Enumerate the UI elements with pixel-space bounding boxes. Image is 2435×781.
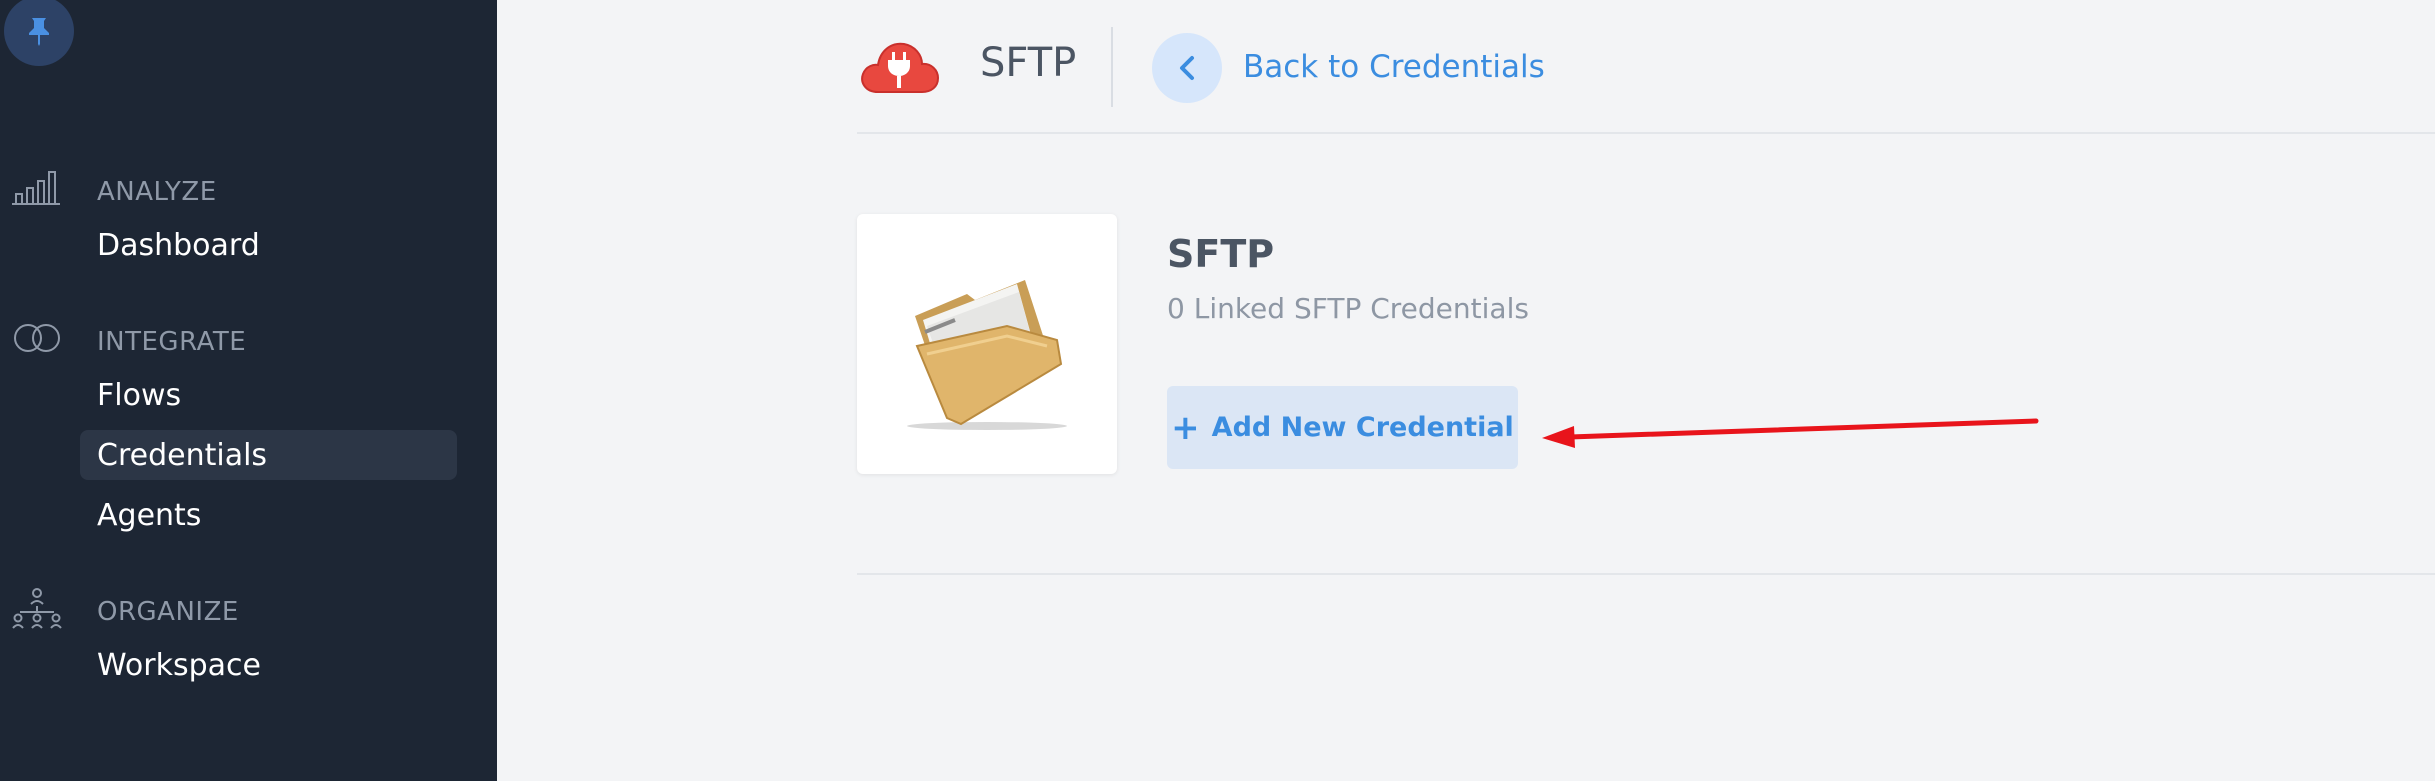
sidebar: ANALYZE Dashboard INTEGRATE Flows Creden… <box>0 0 497 781</box>
linked-credentials-count: 0 Linked SFTP Credentials <box>1167 292 1529 325</box>
content-separator <box>857 573 2435 575</box>
sidebar-item-credentials[interactable]: Credentials <box>97 438 267 473</box>
pin-sidebar-button[interactable] <box>4 0 74 66</box>
sidebar-item-dashboard[interactable]: Dashboard <box>97 228 260 263</box>
header-separator <box>857 132 2435 134</box>
pin-icon <box>29 18 49 46</box>
cloud-plug-logo-icon <box>861 42 940 93</box>
add-new-credential-button[interactable]: + Add New Credential <box>1167 386 1518 469</box>
section-label-integrate: INTEGRATE <box>97 327 247 357</box>
connector-image-card <box>857 214 1117 474</box>
sidebar-item-workspace[interactable]: Workspace <box>97 648 261 683</box>
header-divider <box>1111 27 1113 107</box>
org-chart-icon <box>12 588 62 629</box>
section-label-analyze: ANALYZE <box>97 177 217 207</box>
sidebar-item-flows[interactable]: Flows <box>97 378 181 413</box>
add-new-credential-label: Add New Credential <box>1211 412 1514 443</box>
linked-rings-icon <box>14 324 60 352</box>
back-button[interactable] <box>1152 33 1222 103</box>
back-to-credentials-link[interactable]: Back to Credentials <box>1243 49 1545 85</box>
bar-chart-icon <box>12 171 60 205</box>
page-title: SFTP <box>980 40 1077 86</box>
section-label-organize: ORGANIZE <box>97 597 239 627</box>
sidebar-item-agents[interactable]: Agents <box>97 498 201 533</box>
red-arrow-annotation-icon <box>1542 418 2039 448</box>
connector-name: SFTP <box>1167 232 1275 276</box>
chevron-left-icon <box>1180 56 1194 80</box>
plus-icon: + <box>1171 407 1200 448</box>
folder-icon <box>907 280 1067 430</box>
